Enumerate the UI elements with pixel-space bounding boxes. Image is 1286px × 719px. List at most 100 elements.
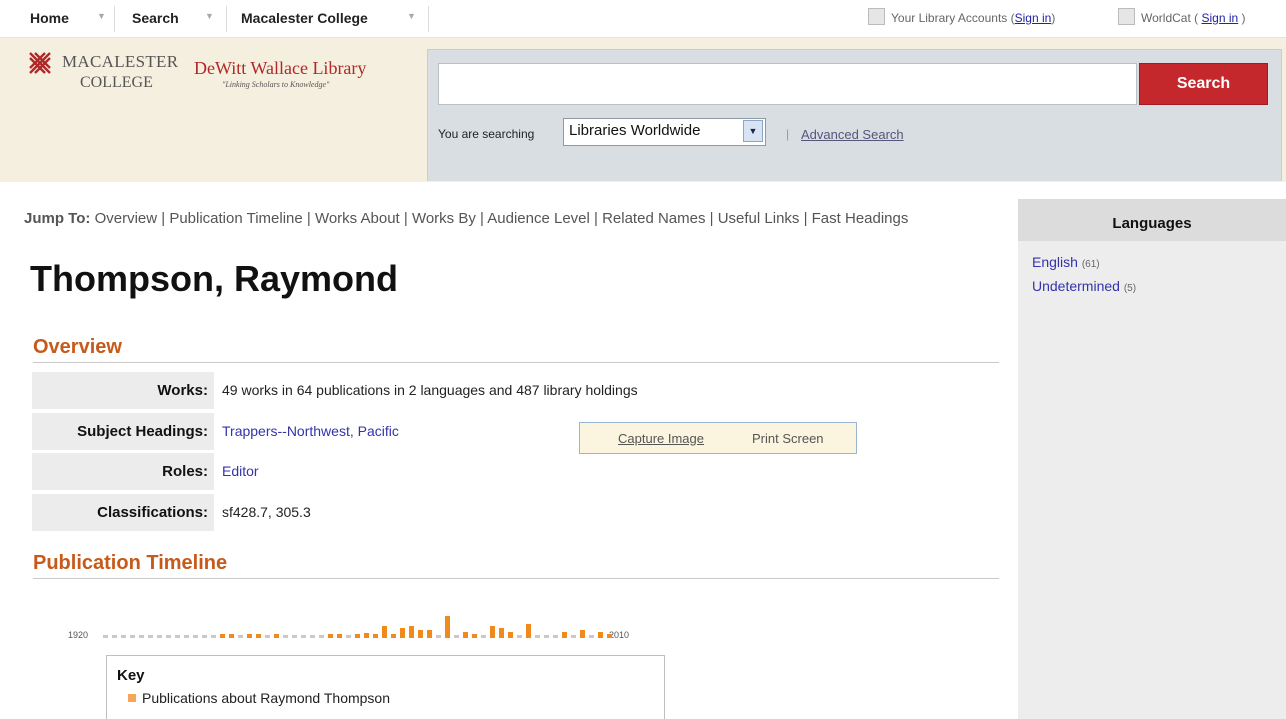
library-tagline: "Linking Scholars to Knowledge" — [222, 80, 330, 89]
timeline-bar[interactable] — [274, 634, 279, 638]
timeline-bar[interactable] — [436, 635, 441, 638]
language-item-english[interactable]: English (61) — [1032, 254, 1100, 270]
timeline-bar[interactable] — [562, 632, 567, 638]
timeline-bar[interactable] — [607, 634, 612, 638]
timeline-bar[interactable] — [292, 635, 297, 638]
timeline-bar[interactable] — [202, 635, 207, 638]
language-link[interactable]: English — [1032, 254, 1078, 270]
subject-heading-link[interactable]: Trappers--Northwest, Pacific — [222, 423, 399, 439]
timeline-bar[interactable] — [490, 626, 495, 638]
timeline-bar[interactable] — [544, 635, 549, 638]
search-input[interactable] — [438, 63, 1137, 105]
timeline-bar[interactable] — [328, 634, 333, 638]
timeline-bar[interactable] — [499, 628, 504, 638]
timeline-bar[interactable] — [193, 635, 198, 638]
jump-link-works-about[interactable]: Works About — [315, 210, 400, 227]
advanced-search-link[interactable]: Advanced Search — [801, 127, 904, 142]
timeline-bar[interactable] — [130, 635, 135, 638]
search-scope-label: You are searching — [438, 127, 535, 141]
timeline-bar[interactable] — [598, 632, 603, 638]
section-divider — [33, 578, 999, 579]
nav-search-link[interactable]: Search — [132, 10, 179, 26]
timeline-bar[interactable] — [121, 635, 126, 638]
timeline-bar[interactable] — [310, 635, 315, 638]
timeline-bar[interactable] — [445, 616, 450, 638]
timeline-bar[interactable] — [526, 624, 531, 638]
timeline-bar[interactable] — [472, 634, 477, 638]
timeline-bar[interactable] — [283, 635, 288, 638]
jump-link-publication-timeline[interactable]: Publication Timeline — [169, 210, 302, 227]
timeline-bar[interactable] — [211, 635, 216, 638]
jump-link-overview[interactable]: Overview — [95, 210, 158, 227]
language-item-undetermined[interactable]: Undetermined (5) — [1032, 278, 1136, 294]
timeline-bar[interactable] — [220, 634, 225, 638]
search-scope-select[interactable]: Libraries Worldwide — [563, 118, 766, 146]
nav-divider — [114, 6, 115, 32]
timeline-bar[interactable] — [337, 634, 342, 638]
timeline-bars[interactable] — [68, 610, 668, 640]
link-divider: | — [786, 127, 790, 141]
timeline-bar[interactable] — [346, 635, 351, 638]
search-button[interactable]: Search — [1139, 63, 1268, 105]
nav-home-link[interactable]: Home — [30, 10, 69, 26]
worldcat-signin-link[interactable]: Sign in — [1201, 11, 1238, 25]
library-name[interactable]: DeWitt Wallace Library — [194, 58, 366, 79]
timeline-bar[interactable] — [301, 635, 306, 638]
timeline-bar[interactable] — [553, 635, 558, 638]
nav-home-dropdown-icon[interactable]: ▼ — [97, 11, 106, 21]
nav-search-dropdown-icon[interactable]: ▼ — [205, 11, 214, 21]
timeline-bar[interactable] — [391, 634, 396, 638]
timeline-bar[interactable] — [463, 632, 468, 638]
timeline-bar[interactable] — [418, 630, 423, 638]
timeline-bar[interactable] — [571, 635, 576, 638]
timeline-bar[interactable] — [148, 635, 153, 638]
college-name-line1[interactable]: MACALESTER — [62, 52, 178, 72]
library-accounts-signin-link[interactable]: Sign in — [1015, 11, 1052, 25]
timeline-bar[interactable] — [139, 635, 144, 638]
timeline-bar[interactable] — [364, 633, 369, 638]
timeline-bar[interactable] — [229, 634, 234, 638]
timeline-bar[interactable] — [382, 626, 387, 638]
timeline-bar[interactable] — [166, 635, 171, 638]
overview-heading: Overview — [33, 336, 122, 358]
timeline-bar[interactable] — [427, 630, 432, 638]
timeline-bar[interactable] — [157, 635, 162, 638]
role-link[interactable]: Editor — [222, 463, 259, 479]
jump-link-useful-links[interactable]: Useful Links — [718, 210, 800, 227]
college-name-line2[interactable]: COLLEGE — [80, 74, 153, 92]
jump-link-works-by[interactable]: Works By — [412, 210, 476, 227]
timeline-bar[interactable] — [184, 635, 189, 638]
nav-institution-link[interactable]: Macalester College — [241, 10, 368, 26]
page-title: Thompson, Raymond — [30, 258, 398, 299]
timeline-bar[interactable] — [103, 635, 108, 638]
works-label: Works: — [32, 372, 214, 409]
timeline-bar[interactable] — [409, 626, 414, 638]
timeline-bar[interactable] — [319, 635, 324, 638]
college-crest-icon[interactable] — [28, 51, 52, 75]
timeline-bar[interactable] — [481, 635, 486, 638]
print-screen-button[interactable]: Print Screen — [752, 431, 824, 446]
timeline-bar[interactable] — [256, 634, 261, 638]
jump-link-related-names[interactable]: Related Names — [602, 210, 705, 227]
timeline-bar[interactable] — [373, 634, 378, 638]
languages-heading: Languages — [1018, 199, 1286, 241]
timeline-bar[interactable] — [535, 635, 540, 638]
capture-image-button[interactable]: Capture Image — [618, 431, 704, 446]
timeline-bar[interactable] — [265, 635, 270, 638]
timeline-bar[interactable] — [175, 635, 180, 638]
timeline-bar[interactable] — [454, 635, 459, 638]
chevron-down-icon[interactable]: ▼ — [743, 120, 763, 142]
timeline-bar[interactable] — [580, 630, 585, 638]
timeline-bar[interactable] — [355, 634, 360, 638]
timeline-bar[interactable] — [238, 635, 243, 638]
timeline-bar[interactable] — [508, 632, 513, 638]
timeline-bar[interactable] — [517, 635, 522, 638]
timeline-bar[interactable] — [589, 635, 594, 638]
jump-link-fast-headings[interactable]: Fast Headings — [812, 210, 909, 227]
jump-link-audience-level[interactable]: Audience Level — [487, 210, 590, 227]
timeline-bar[interactable] — [400, 628, 405, 638]
timeline-bar[interactable] — [247, 634, 252, 638]
nav-institution-dropdown-icon[interactable]: ▼ — [407, 11, 416, 21]
language-link[interactable]: Undetermined — [1032, 278, 1120, 294]
timeline-bar[interactable] — [112, 635, 117, 638]
